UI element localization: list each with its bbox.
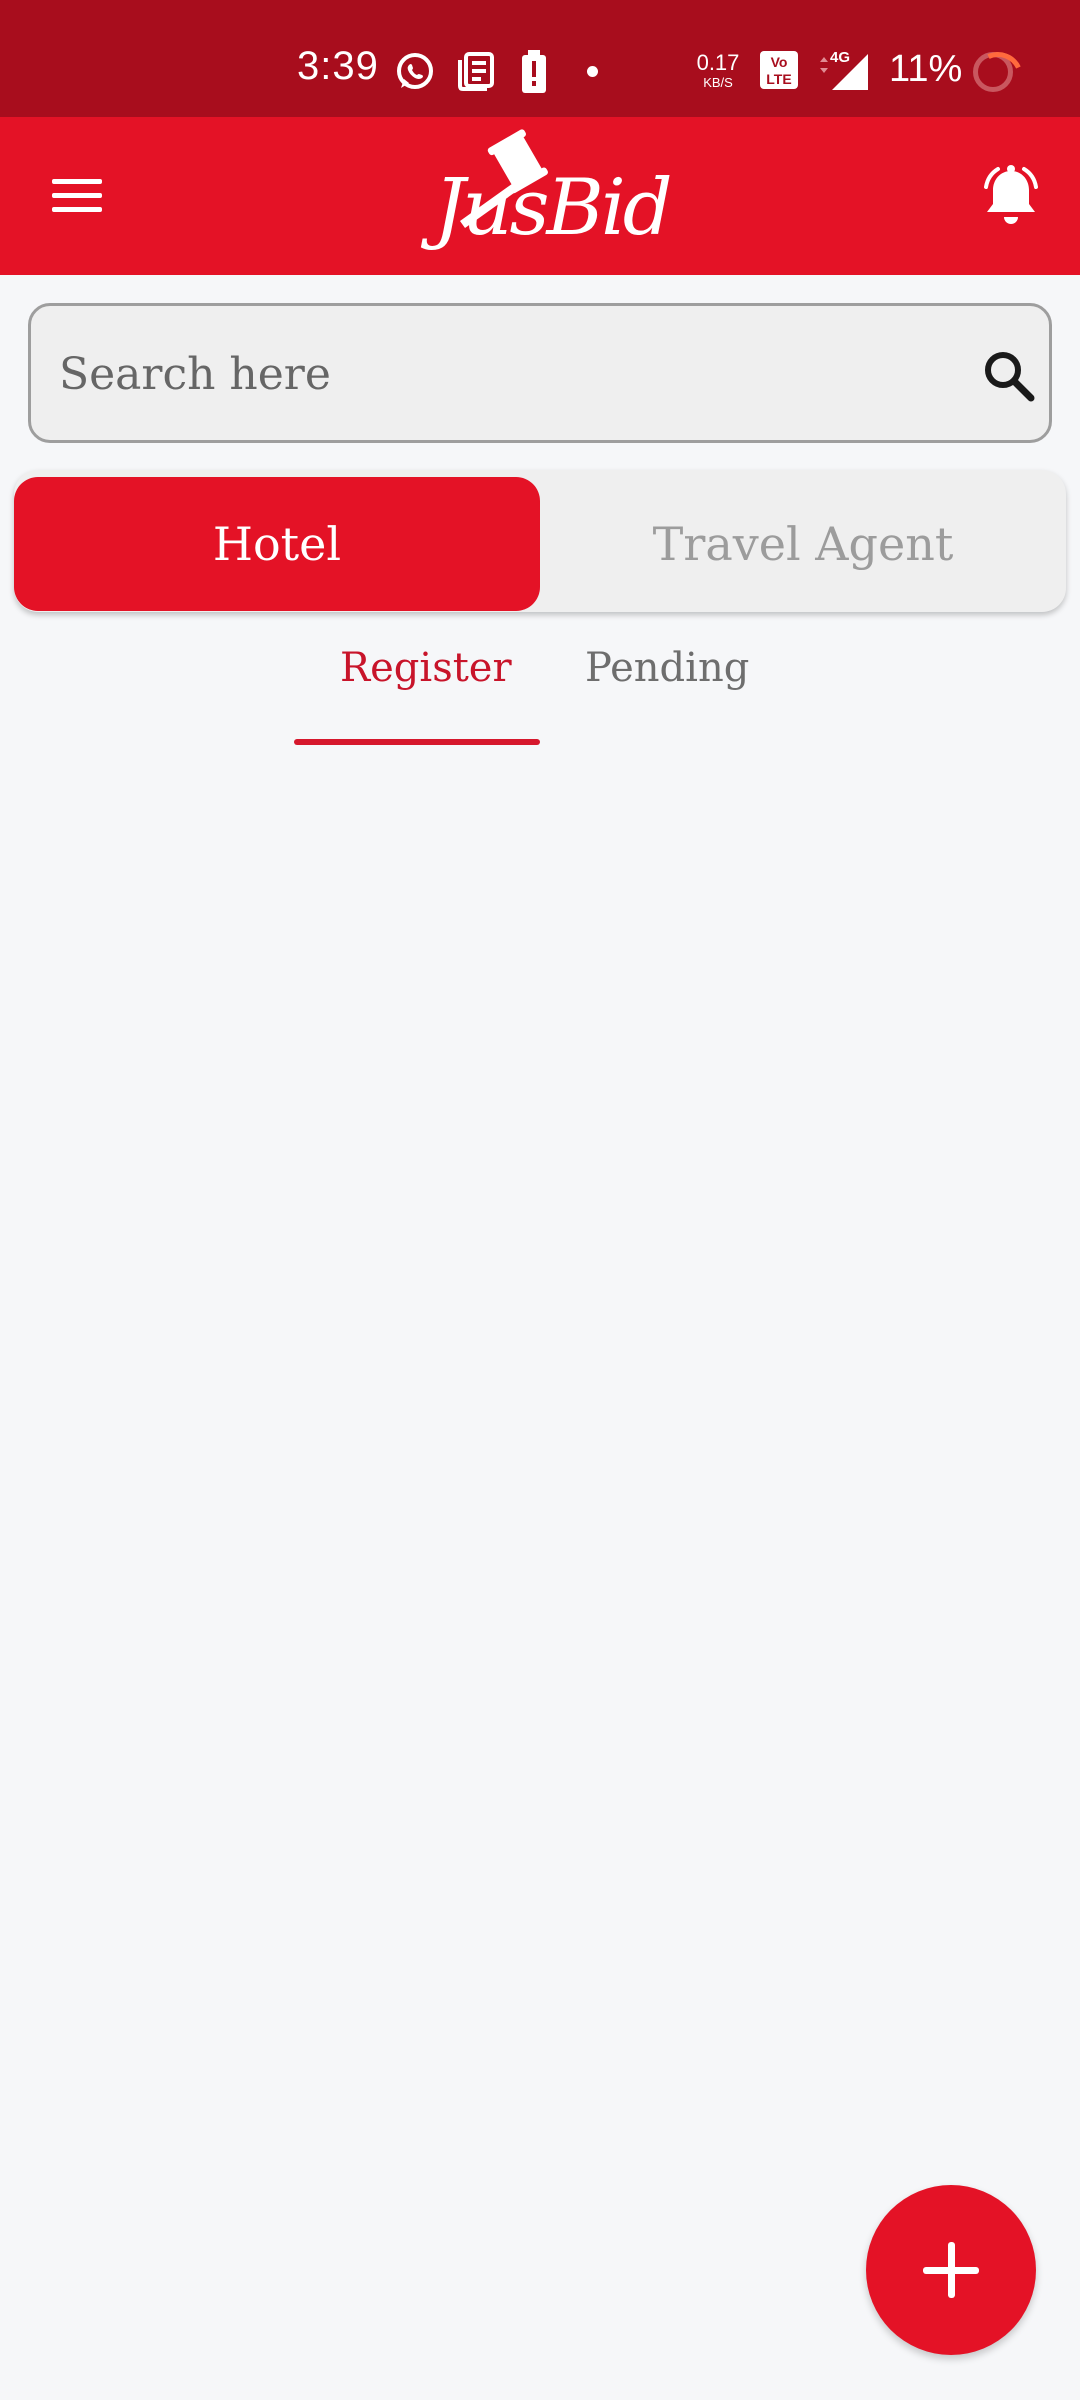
- status-bar: 3:39 0.17 KB/S Vo LTE 4G 11%: [0, 0, 1080, 117]
- list-content-area: [0, 760, 1080, 2160]
- tab-register[interactable]: Register: [340, 645, 512, 691]
- search-bar: [28, 303, 1052, 443]
- app-screen: 3:39 0.17 KB/S Vo LTE 4G 11% JusBid Sear…: [0, 0, 1080, 2400]
- hamburger-menu-icon[interactable]: [44, 167, 114, 227]
- search-input[interactable]: [59, 336, 939, 412]
- category-segmented-control: Hotel Travel Agent: [14, 470, 1066, 612]
- volte-icon: Vo LTE: [760, 51, 798, 89]
- news-icon: [458, 52, 494, 91]
- signal-icon: 4G: [820, 49, 868, 90]
- network-type-label: 4G: [830, 49, 850, 66]
- battery-ring-icon: [973, 52, 1013, 92]
- segment-travel-agent[interactable]: Travel Agent: [540, 477, 1066, 611]
- app-bar: JusBid: [0, 117, 1080, 275]
- network-speed-value: 0.17: [696, 50, 740, 75]
- tab-pending[interactable]: Pending: [585, 645, 749, 691]
- whatsapp-icon: [397, 53, 433, 89]
- app-logo: JusBid: [430, 117, 673, 275]
- network-speed-unit: KB/S: [703, 75, 733, 90]
- search-icon[interactable]: [981, 348, 1037, 404]
- segment-hotel[interactable]: Hotel: [14, 477, 540, 611]
- tab-indicator: [294, 739, 540, 745]
- svg-text:LTE: LTE: [766, 71, 791, 87]
- add-button[interactable]: [866, 2185, 1036, 2355]
- bell-icon[interactable]: [980, 165, 1042, 231]
- battery-alert-icon: [522, 50, 546, 93]
- svg-text:Vo: Vo: [771, 54, 788, 70]
- logo-text: JusBid: [434, 163, 673, 253]
- status-time: 3:39: [297, 44, 379, 88]
- network-speed: 0.17 KB/S: [693, 50, 743, 90]
- notification-dot-icon: [587, 66, 598, 77]
- battery-percentage: 11%: [889, 48, 963, 90]
